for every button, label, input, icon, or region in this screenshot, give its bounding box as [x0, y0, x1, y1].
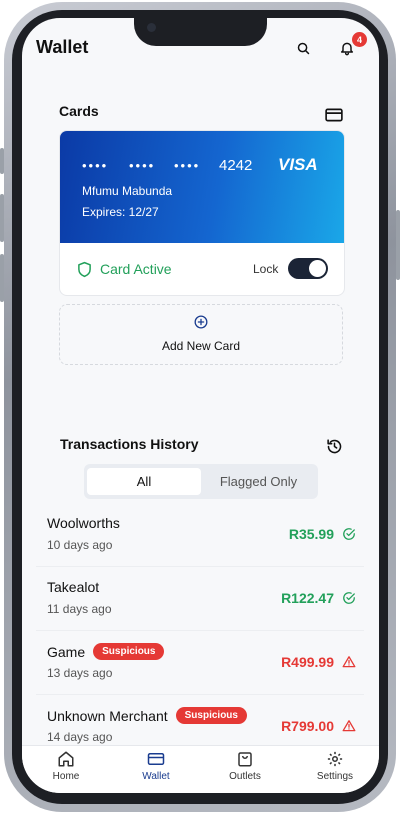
suspicious-badge: Suspicious — [175, 707, 247, 724]
notification-badge: 4 — [352, 32, 367, 47]
merchant-name: Woolworths — [47, 515, 120, 531]
bottom-nav: Home Wallet Outlets Settings — [22, 745, 379, 793]
nav-outlets[interactable]: Outlets — [215, 746, 275, 793]
credit-card-icon — [325, 108, 343, 122]
add-card-button[interactable]: Add New Card — [59, 304, 343, 365]
front-camera — [147, 23, 156, 32]
home-icon — [58, 751, 74, 767]
transaction-time: 10 days ago — [47, 538, 113, 552]
card-status: Card Active — [100, 261, 172, 277]
nav-wallet[interactable]: Wallet — [126, 746, 186, 793]
mute-switch — [0, 148, 4, 174]
transaction-row[interactable]: Game Suspicious 13 days ago R499.99 — [36, 631, 364, 695]
merchant-name: Unknown Merchant — [47, 707, 168, 724]
card-panel: •••• •••• •••• 4242 VISA Mfumu Mabunda E… — [59, 130, 345, 296]
gear-icon — [327, 751, 343, 767]
wallet-card-icon — [147, 753, 165, 765]
shield-icon — [78, 261, 91, 278]
transaction-time: 14 days ago — [47, 730, 113, 744]
merchant-name: Takealot — [47, 579, 100, 595]
check-circle-icon — [343, 528, 355, 540]
history-button[interactable] — [323, 435, 345, 457]
merchant-name: Game — [47, 643, 86, 660]
warning-triangle-icon — [342, 656, 356, 668]
nav-label: Home — [52, 771, 80, 782]
card-brand: VISA — [278, 155, 318, 174]
transaction-amount: R799.00 — [281, 718, 334, 734]
plus-circle-icon — [194, 315, 208, 329]
volume-down-button — [0, 254, 4, 302]
transaction-amount: R122.47 — [281, 590, 334, 606]
shopping-bag-icon — [238, 752, 252, 767]
add-card-label: Add New Card — [161, 339, 241, 353]
card-number-mask: •••• — [82, 158, 109, 173]
card-status-row: Card Active Lock — [60, 243, 344, 295]
transaction-time: 13 days ago — [47, 666, 113, 680]
search-button[interactable] — [292, 37, 314, 59]
app-screen: Wallet 4 Cards •••• •••• •••• 4242 VISA … — [22, 18, 379, 793]
card-last4: 4242 — [219, 157, 253, 174]
toggle-knob — [309, 260, 326, 277]
transaction-amount: R35.99 — [288, 526, 334, 542]
nav-home[interactable]: Home — [36, 746, 96, 793]
nav-label: Settings — [316, 771, 354, 782]
nav-label: Wallet — [142, 771, 170, 782]
card-expiry: Expires: 12/27 — [82, 205, 159, 219]
card-holder-name: Mfumu Mabunda — [82, 184, 173, 198]
transaction-filter: All Flagged Only — [84, 464, 318, 499]
transaction-time: 11 days ago — [47, 602, 112, 616]
transaction-row[interactable]: Woolworths 10 days ago R35.99 — [36, 503, 364, 567]
lock-label: Lock — [253, 262, 279, 276]
manage-cards-button[interactable] — [323, 104, 345, 126]
check-circle-icon — [343, 592, 355, 604]
nav-label: Outlets — [229, 771, 261, 782]
warning-triangle-icon — [342, 720, 356, 732]
lock-toggle[interactable] — [288, 258, 328, 279]
page-title: Wallet — [36, 37, 89, 57]
history-icon — [326, 438, 341, 453]
card-number-mask: •••• — [129, 158, 156, 173]
filter-all-tab[interactable]: All — [87, 468, 201, 495]
transaction-amount: R499.99 — [281, 654, 334, 670]
credit-card[interactable]: •••• •••• •••• 4242 VISA Mfumu Mabunda E… — [60, 131, 344, 243]
card-number-mask: •••• — [174, 158, 201, 173]
nav-settings[interactable]: Settings — [305, 746, 365, 793]
transaction-list: Woolworths 10 days ago R35.99 Takealot 1… — [36, 503, 364, 759]
notch — [134, 18, 267, 46]
transaction-row[interactable]: Takealot 11 days ago R122.47 — [36, 567, 364, 631]
transactions-title: Transactions History — [60, 436, 199, 452]
search-icon — [297, 42, 309, 54]
cards-section-title: Cards — [59, 103, 99, 119]
suspicious-badge: Suspicious — [93, 643, 165, 660]
volume-up-button — [0, 194, 4, 242]
power-button — [396, 210, 400, 280]
filter-flagged-tab[interactable]: Flagged Only — [202, 468, 315, 495]
